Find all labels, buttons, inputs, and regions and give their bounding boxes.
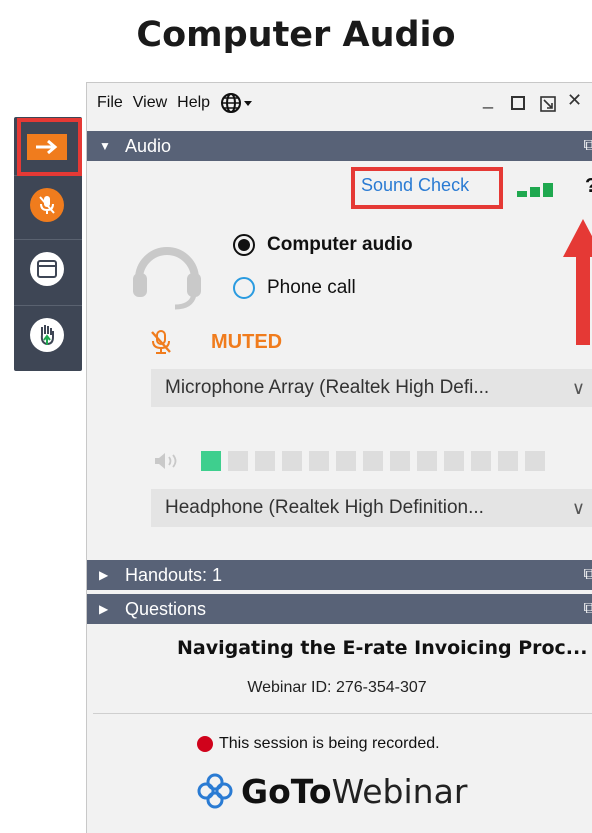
maximize-button[interactable] <box>511 96 525 110</box>
speaker-select[interactable]: Headphone (Realtek High Definition... ∨ <box>151 489 592 527</box>
meter-segment <box>309 451 329 471</box>
meter-segment <box>201 451 221 471</box>
chevron-down-icon: ∨ <box>571 377 585 398</box>
help-icon[interactable]: ? <box>585 175 592 198</box>
handouts-panel-title: Handouts: 1 <box>125 564 223 585</box>
audio-panel-title: Audio <box>125 135 172 156</box>
popout-icon[interactable]: ⧉ <box>584 566 592 584</box>
headset-icon <box>133 247 201 310</box>
mic-muted-icon <box>30 188 64 222</box>
mute-toggle-button[interactable] <box>22 181 72 229</box>
signal-strength-icon <box>517 183 553 197</box>
chevron-down-icon: ∨ <box>571 497 585 518</box>
handouts-panel-header[interactable]: ▶ Handouts: 1 ⧉ <box>87 560 592 590</box>
recording-notice: This session is being recorded. <box>197 735 440 753</box>
computer-audio-radio[interactable] <box>233 234 255 256</box>
globe-icon[interactable] <box>220 92 254 114</box>
computer-audio-label[interactable]: Computer audio <box>267 234 413 256</box>
screen-view-button[interactable] <box>22 245 72 293</box>
meter-segment <box>363 451 383 471</box>
phone-call-radio[interactable] <box>233 277 255 299</box>
meter-segment <box>525 451 545 471</box>
gotowebinar-logo-icon <box>197 773 233 809</box>
menu-file[interactable]: File <box>97 94 123 112</box>
audio-panel-header[interactable]: ▼ Audio ⧉ <box>87 131 592 161</box>
meter-segment <box>498 451 518 471</box>
restore-button[interactable] <box>539 95 557 118</box>
webinar-title: Navigating the E-rate Invoicing Proc... <box>177 637 588 659</box>
page-heading: Computer Audio <box>136 15 456 55</box>
microphone-select-value: Microphone Array (Realtek High Defi... <box>165 377 490 398</box>
raise-hand-icon <box>30 318 64 352</box>
phone-call-label[interactable]: Phone call <box>267 277 356 299</box>
divider <box>93 713 592 714</box>
meter-segment <box>282 451 302 471</box>
sound-check-highlight <box>351 167 503 209</box>
collapse-triangle-icon: ▼ <box>99 139 111 153</box>
gotowebinar-window: File View Help _ ✕ ▼ Audio ⧉ Sound Check… <box>86 82 592 833</box>
arrow-button-highlight <box>17 118 82 176</box>
record-dot-icon <box>197 736 213 752</box>
mic-status-label: MUTED <box>211 331 283 353</box>
brand-name-light: Webinar <box>331 771 468 811</box>
menu-bar: File View Help _ ✕ <box>87 83 592 123</box>
raise-hand-button[interactable] <box>22 311 72 359</box>
questions-panel-title: Questions <box>125 598 207 619</box>
popout-icon[interactable]: ⧉ <box>584 600 592 618</box>
meter-segment <box>390 451 410 471</box>
expand-triangle-icon: ▶ <box>99 602 109 616</box>
popout-icon[interactable]: ⧉ <box>584 137 592 155</box>
recording-notice-text: This session is being recorded. <box>219 735 440 752</box>
brand-name-bold: GoTo <box>241 771 332 811</box>
meter-segment <box>255 451 275 471</box>
mic-muted-icon <box>151 330 171 354</box>
menu-view[interactable]: View <box>133 94 167 112</box>
expand-triangle-icon: ▶ <box>99 568 109 582</box>
webinar-id: Webinar ID: 276-354-307 <box>247 679 427 696</box>
gotowebinar-logo: GoTo Webinar <box>195 771 467 811</box>
minimize-button[interactable]: _ <box>483 89 493 110</box>
meter-segment <box>336 451 356 471</box>
microphone-select[interactable]: Microphone Array (Realtek High Defi... ∨ <box>151 369 592 407</box>
meter-segment <box>228 451 248 471</box>
speaker-select-value: Headphone (Realtek High Definition... <box>165 497 484 518</box>
annotation-arrow-icon <box>563 219 592 345</box>
window-icon <box>30 252 64 286</box>
meter-segment <box>444 451 464 471</box>
meter-segment <box>471 451 491 471</box>
menu-help[interactable]: Help <box>177 94 210 112</box>
meter-segment <box>417 451 437 471</box>
speaker-icon <box>155 453 177 469</box>
questions-panel-header[interactable]: ▶ Questions ⧉ <box>87 594 592 624</box>
close-button[interactable]: ✕ <box>567 90 582 111</box>
